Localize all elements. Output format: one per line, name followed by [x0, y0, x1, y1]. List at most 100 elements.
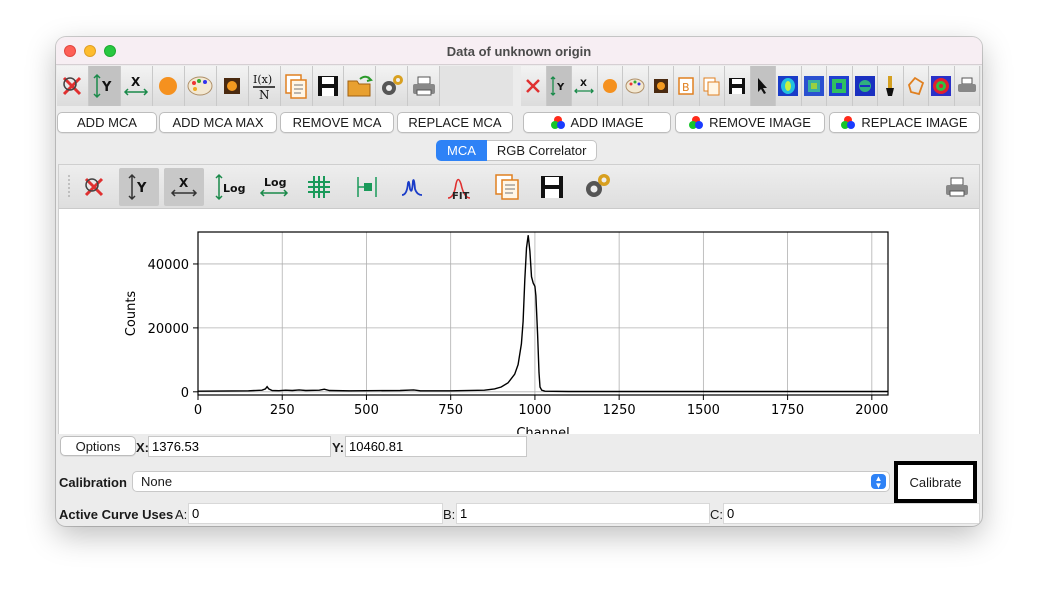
add-image-button[interactable]: ADD IMAGE	[523, 112, 671, 133]
color-palette-button[interactable]	[184, 66, 217, 106]
img-save-button[interactable]	[725, 66, 751, 106]
target-button[interactable]	[929, 66, 955, 106]
plot-reset-zoom-button[interactable]	[74, 168, 114, 206]
normalize-button[interactable]: I(x) N	[248, 66, 281, 106]
log-x-label: Log	[264, 176, 286, 189]
calibration-select[interactable]: None ▲ ▼	[132, 471, 890, 492]
copy-button[interactable]	[280, 66, 313, 106]
grid-button[interactable]	[299, 168, 339, 206]
img-autoscale-y-button[interactable]: Y	[546, 66, 572, 106]
img-color-palette-button[interactable]	[623, 66, 649, 106]
plot-autoscale-y-button[interactable]: Y	[119, 168, 159, 206]
fit-button[interactable]: FIT	[439, 168, 479, 206]
active-curve-label: Active Curve Uses	[59, 507, 174, 522]
options-button[interactable]: Options	[60, 436, 136, 456]
plot-print-button[interactable]	[937, 168, 977, 206]
calibration-label: Calibration	[59, 475, 127, 490]
add-mca-max-button[interactable]: ADD MCA MAX	[159, 112, 277, 133]
print-icon	[946, 177, 968, 197]
peak-search-button[interactable]	[392, 168, 432, 206]
brush-button[interactable]	[878, 66, 904, 106]
y-coord-label: Y:	[332, 440, 345, 455]
color-palette-icon	[187, 76, 213, 96]
colormap-3-icon	[829, 76, 850, 96]
open-folder-button[interactable]	[344, 66, 377, 106]
spectrum-chart[interactable]: 0 250 500 750 1000 1250 1500 1750 20000200004000…	[59, 210, 979, 434]
x-tick-label: 1000	[518, 403, 551, 418]
reset-zoom-button[interactable]	[57, 66, 89, 106]
log-y-button[interactable]: Log	[209, 168, 249, 206]
add-mca-button[interactable]: ADD MCA	[57, 112, 157, 133]
replace-mca-button[interactable]: REPLACE MCA	[397, 112, 513, 133]
fit-range-button[interactable]	[347, 168, 387, 206]
series-line-0	[197, 235, 888, 393]
img-point-marker-button[interactable]	[597, 66, 623, 106]
calibrate-button[interactable]: Calibrate	[902, 471, 969, 493]
tab-rgb-correlator[interactable]: RGB Correlator	[486, 140, 598, 161]
y-tick-label: 40000	[148, 258, 189, 273]
replace-image-label: REPLACE IMAGE	[861, 115, 968, 130]
pointer-button[interactable]	[750, 66, 776, 106]
point-marker-button[interactable]	[152, 66, 185, 106]
autoscale-y-button[interactable]: Y	[88, 66, 121, 106]
x-tick-label: 750	[438, 403, 463, 418]
point-marker-icon	[602, 79, 617, 93]
autoscale-x-icon: X	[170, 176, 198, 197]
svg-text:X: X	[179, 176, 189, 190]
replace-image-button[interactable]: REPLACE IMAGE	[829, 112, 980, 133]
plot-frame	[197, 231, 889, 396]
print-icon	[957, 77, 976, 92]
b-coef-field[interactable]	[456, 503, 710, 524]
remove-mca-button[interactable]: REMOVE MCA	[280, 112, 394, 133]
tab-mca[interactable]: MCA	[436, 140, 487, 161]
add-image-label: ADD IMAGE	[570, 115, 644, 130]
print-icon	[412, 76, 435, 96]
settings-button[interactable]	[376, 66, 409, 106]
remove-image-button[interactable]: REMOVE IMAGE	[675, 112, 825, 133]
open-folder-icon	[347, 75, 373, 97]
x-coord-field[interactable]	[148, 436, 331, 457]
spectrum-plot[interactable]: 0 250 500 750 1000 1250 1500 1750 2000 0 20000 4000…	[59, 210, 979, 434]
img-print-button[interactable]	[954, 66, 980, 106]
window-title: Data of unknown origin	[446, 44, 592, 59]
colormap-1-button[interactable]	[776, 66, 802, 106]
plot-autoscale-x-button[interactable]: X	[164, 168, 204, 206]
svg-text:B: B	[682, 81, 690, 94]
img-image-save-button[interactable]	[648, 66, 674, 106]
y-axis-label: Counts	[124, 291, 139, 337]
save-button[interactable]	[312, 66, 345, 106]
colormap-2-button[interactable]	[801, 66, 827, 106]
print-button[interactable]	[408, 66, 441, 106]
toolbar-grip	[68, 175, 70, 199]
img-reset-zoom-button[interactable]	[521, 66, 547, 106]
y-coord-field[interactable]	[345, 436, 527, 457]
a-coef-label: A:	[175, 507, 188, 522]
image-save-button[interactable]	[216, 66, 249, 106]
image-save-icon	[653, 79, 668, 93]
log-x-button[interactable]: Log	[254, 168, 294, 206]
copy-icon	[495, 174, 519, 200]
autoscale-y-icon: Y	[550, 76, 565, 96]
autoscale-y-icon: Y	[128, 173, 147, 201]
img-autoscale-x-button[interactable]: X	[572, 66, 598, 106]
mca-panel: Y X Log Log FIT 0 250 500 750 1000 1250 1500 17…	[58, 164, 980, 434]
polygon-button[interactable]	[903, 66, 929, 106]
x-axis-label: Channel	[516, 426, 569, 434]
c-coef-field[interactable]	[723, 503, 980, 524]
log-y-icon: Log	[215, 173, 245, 201]
autoscale-x-button[interactable]: X	[120, 66, 153, 106]
tab-bar: MCA RGB Correlator	[436, 140, 598, 161]
bookmark-button[interactable]: B	[674, 66, 700, 106]
colormap-4-button[interactable]	[852, 66, 878, 106]
normalize-icon: I(x) N	[253, 73, 276, 102]
colormap-3-button[interactable]	[827, 66, 853, 106]
a-coef-field[interactable]	[188, 503, 443, 524]
x-tick-label: 0	[194, 403, 202, 418]
remove-image-label: REMOVE IMAGE	[709, 115, 811, 130]
plot-settings-button[interactable]	[577, 168, 617, 206]
x-tick-label: 250	[270, 403, 295, 418]
x-tick-label: 1750	[771, 403, 804, 418]
plot-save-button[interactable]	[532, 168, 572, 206]
img-copy-button[interactable]	[699, 66, 725, 106]
plot-copy-button[interactable]	[487, 168, 527, 206]
